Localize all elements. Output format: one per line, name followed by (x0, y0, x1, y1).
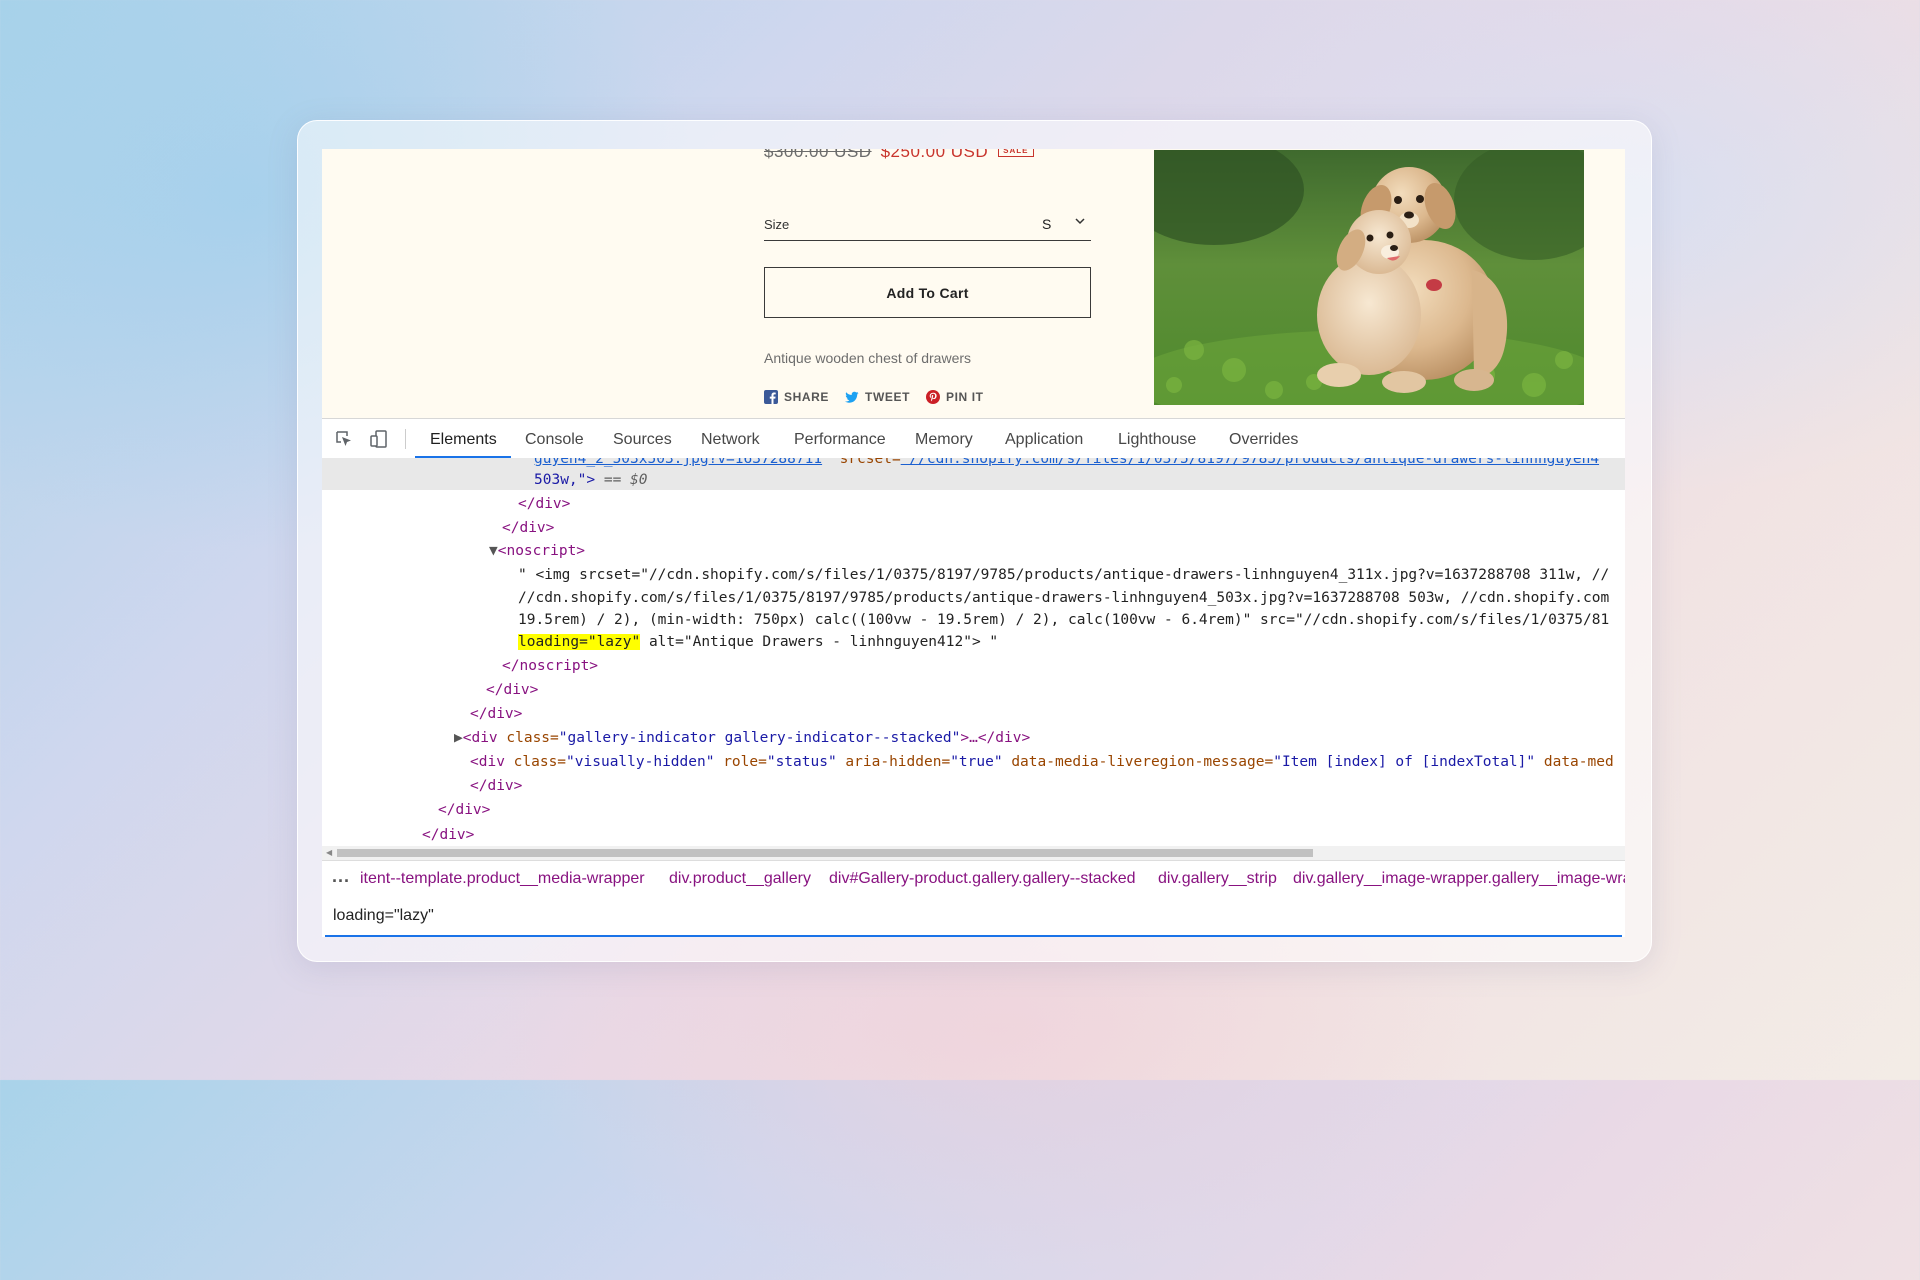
horizontal-scrollbar[interactable]: ◀ (322, 846, 1625, 860)
elements-search-bar (325, 900, 1622, 937)
share-twitter-link[interactable]: TWEET (845, 390, 910, 404)
tab-console[interactable]: Console (525, 431, 584, 449)
scrollbar-thumb[interactable] (337, 849, 1313, 857)
puppies-photo (1154, 150, 1584, 405)
dom-breadcrumbs: ... itent--template.product__media-wrapp… (322, 860, 1625, 897)
share-facebook-link[interactable]: SHARE (764, 390, 829, 404)
twitter-icon (845, 391, 859, 403)
pin-label: PIN IT (946, 390, 984, 404)
size-label: Size (764, 217, 790, 232)
tab-sources[interactable]: Sources (613, 431, 672, 449)
facebook-icon (764, 390, 778, 404)
share-pinterest-link[interactable]: PIN IT (926, 390, 984, 404)
breadcrumb-item[interactable]: div#Gallery-product.gallery.gallery--sta… (829, 870, 1136, 888)
code-line[interactable]: </div> (502, 519, 554, 537)
sale-price: $250.00 USD (880, 149, 989, 161)
sale-badge: SALE (998, 149, 1034, 157)
code-line[interactable]: </div> (422, 826, 474, 844)
code-line[interactable]: ▶<div class="gallery-indicator gallery-i… (454, 729, 1030, 747)
original-price: $300.00 USD (764, 149, 872, 161)
product-description: Antique wooden chest of drawers (764, 350, 972, 366)
code-line[interactable]: </noscript> (502, 657, 598, 675)
code-line[interactable]: 19.5rem) / 2), (min-width: 750px) calc((… (518, 611, 1609, 629)
devtools-toolbar: Elements Console Sources Network Perform… (322, 418, 1625, 459)
social-share: SHARE TWEET PIN IT (764, 390, 984, 404)
share-label: SHARE (784, 390, 830, 404)
product-page: $300.00 USD $250.00 USD SALE Size S Add To… (322, 149, 1625, 418)
tab-elements[interactable]: Elements (430, 431, 497, 449)
code-line[interactable]: guyen4_2_503x503.jpg?v=1637288711 srcset… (534, 458, 1599, 468)
breadcrumb-item[interactable]: div.product__gallery (669, 870, 811, 888)
size-value: S (1042, 216, 1052, 232)
tab-lighthouse[interactable]: Lighthouse (1118, 431, 1196, 449)
breadcrumb-item[interactable]: div.gallery__image-wrapper.gallery__imag… (1293, 870, 1625, 888)
add-to-cart-button[interactable]: Add To Cart (764, 267, 1091, 318)
tab-network[interactable]: Network (701, 431, 760, 449)
price-row: $300.00 USD $250.00 USD SALE (764, 149, 1034, 162)
code-line[interactable]: 503w,"> == $0 (534, 471, 648, 489)
browser-window: $300.00 USD $250.00 USD SALE Size S Add To… (322, 149, 1625, 937)
size-select[interactable]: Size S (764, 204, 1091, 241)
code-line[interactable]: //cdn.shopify.com/s/files/1/0375/8197/97… (518, 589, 1609, 607)
product-image (1154, 150, 1584, 405)
collapse-triangle-icon[interactable]: ▼ (489, 543, 498, 559)
inspect-element-icon[interactable] (334, 429, 354, 449)
tab-memory[interactable]: Memory (915, 431, 973, 449)
code-line[interactable]: </div> (470, 705, 522, 723)
elements-search-input[interactable] (333, 905, 1533, 927)
code-line[interactable]: </div> (470, 777, 522, 795)
scroll-left-icon[interactable]: ◀ (326, 848, 332, 857)
tab-performance[interactable]: Performance (794, 431, 886, 449)
code-line[interactable]: ▼<noscript> (489, 542, 585, 560)
expand-triangle-icon[interactable]: ▶ (454, 730, 463, 746)
breadcrumb-item[interactable]: itent--template.product__media-wrapper (360, 870, 645, 888)
code-line[interactable]: <div class="visually-hidden" role="statu… (470, 753, 1614, 771)
code-line[interactable]: loading="lazy" alt="Antique Drawers - li… (518, 633, 998, 651)
breadcrumb-overflow-button[interactable]: ... (332, 866, 350, 887)
toolbar-divider (405, 429, 406, 449)
code-line[interactable]: " <img srcset="//cdn.shopify.com/s/files… (518, 566, 1609, 584)
code-line[interactable]: </div> (438, 801, 490, 819)
tweet-label: TWEET (865, 390, 911, 404)
elements-tree[interactable]: guyen4_2_503x503.jpg?v=1637288711 srcset… (322, 458, 1625, 846)
chevron-down-icon (1075, 218, 1085, 225)
tab-application[interactable]: Application (1005, 431, 1083, 449)
pinterest-icon (926, 390, 941, 404)
breadcrumb-item[interactable]: div.gallery__strip (1158, 870, 1277, 888)
device-toolbar-icon[interactable] (369, 429, 389, 449)
search-match-highlight: loading="lazy" (518, 634, 641, 650)
code-line[interactable]: </div> (486, 681, 538, 699)
code-line[interactable]: </div> (518, 495, 570, 513)
tab-overrides[interactable]: Overrides (1229, 431, 1298, 449)
